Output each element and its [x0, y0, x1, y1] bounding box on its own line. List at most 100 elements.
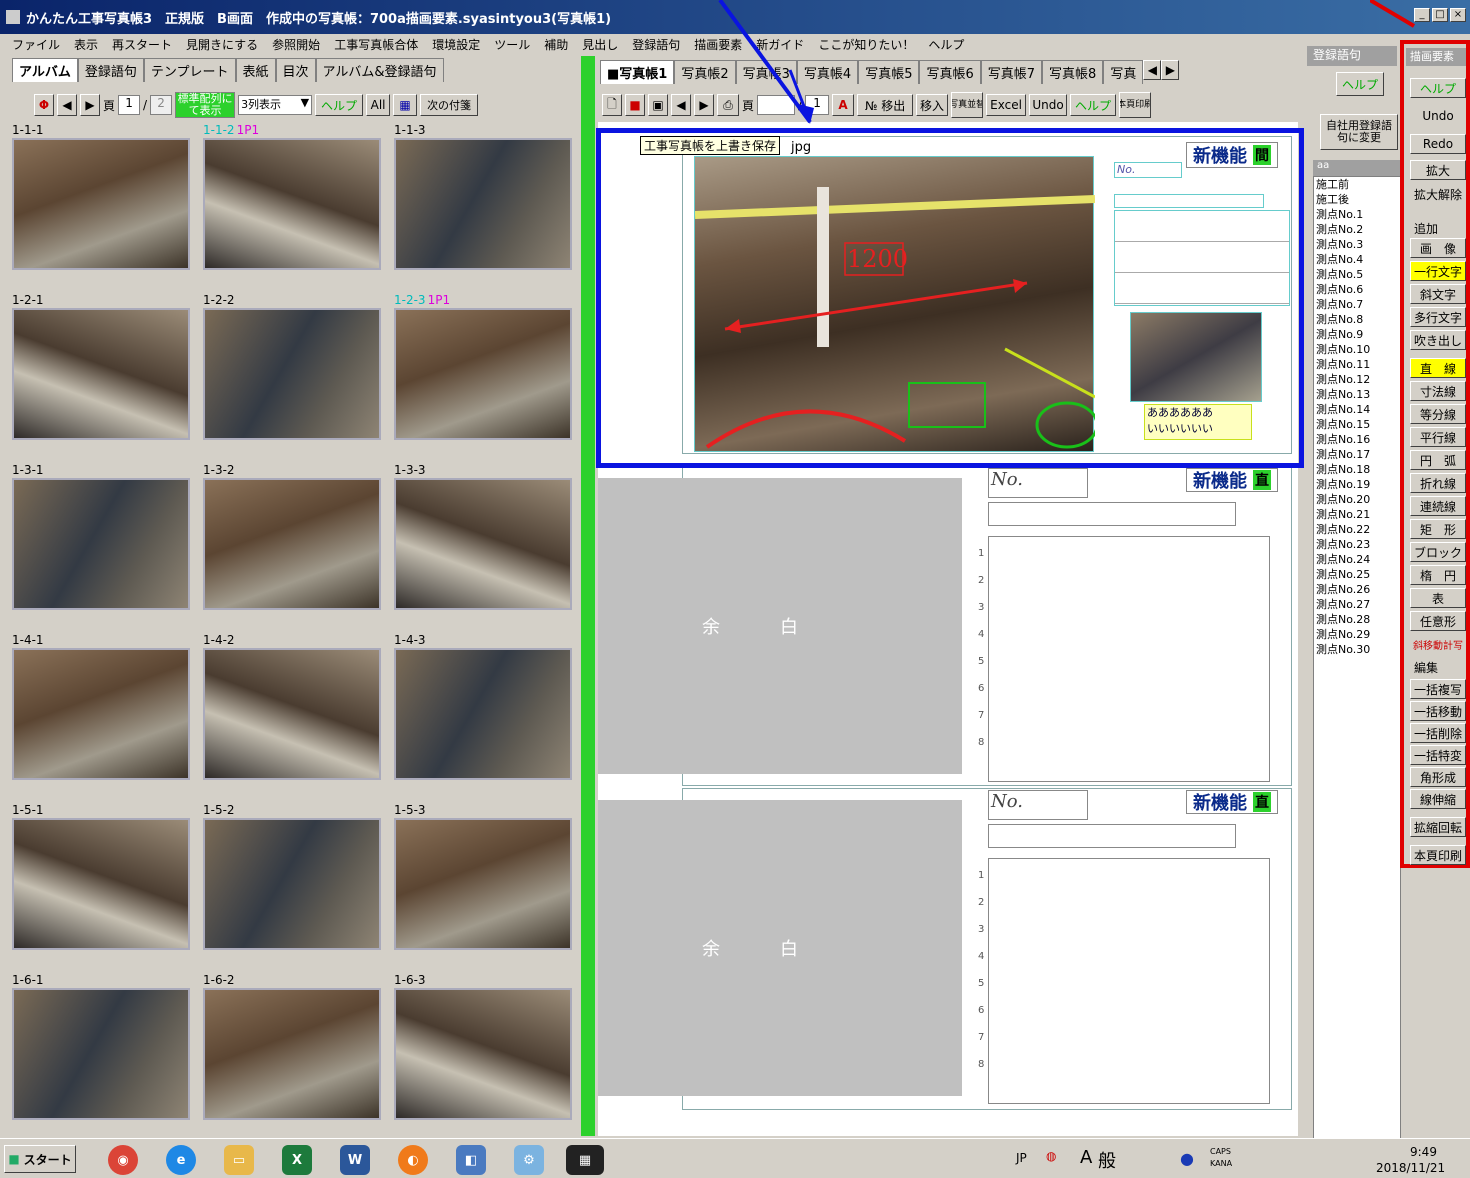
tab-scroll-left-icon[interactable]: ◀ [1143, 60, 1162, 80]
registry-list-item[interactable]: 測点No.18 [1316, 462, 1400, 477]
thumbnail-item[interactable]: 1-4-2 [203, 632, 383, 780]
center-undo-button[interactable]: Undo [1029, 94, 1068, 116]
help-circle-icon[interactable]: ● [1180, 1149, 1194, 1168]
tab-template[interactable]: テンプレート [143, 58, 236, 82]
tab-photobook-9[interactable]: 写真 [1103, 60, 1144, 84]
thumbnail-photo[interactable] [394, 308, 572, 440]
thumbnail-photo[interactable] [203, 818, 381, 950]
splitter-bar[interactable] [581, 56, 595, 1136]
menu-registry[interactable]: 登録語句 [632, 36, 680, 53]
next-attach-button[interactable]: 次の付箋 [420, 94, 479, 116]
next-page-icon[interactable]: ▶ [80, 94, 100, 116]
draw-tool-button[interactable]: 任意形 [1410, 611, 1466, 631]
tab-scroll-right-icon[interactable]: ▶ [1161, 60, 1180, 80]
thumbnail-item[interactable]: 1-2-3 1P1 [394, 292, 574, 440]
thumbnail-photo[interactable] [203, 988, 381, 1120]
thumbnail-item[interactable]: 1-6-2 [203, 972, 383, 1120]
title-field-3[interactable] [988, 824, 1236, 848]
thumbnail-item[interactable]: 1-1-2 1P1 [203, 122, 383, 270]
draw-tool-button[interactable]: 画 像 [1410, 238, 1466, 258]
registry-list-item[interactable]: 測点No.13 [1316, 387, 1400, 402]
draw-edit-button[interactable]: 一括削除 [1410, 723, 1466, 743]
save-icon[interactable]: ▣ [648, 94, 668, 116]
thumbnail-item[interactable]: 1-4-1 [12, 632, 192, 780]
move-in-button[interactable]: 移入 [916, 94, 949, 116]
save-red-icon[interactable]: ■ [625, 94, 645, 116]
thumbnail-item[interactable]: 1-5-3 [394, 802, 574, 950]
thumbnail-photo[interactable] [394, 648, 572, 780]
registry-list-item[interactable]: 測点No.24 [1316, 552, 1400, 567]
menu-assist[interactable]: 補助 [544, 36, 568, 53]
draw-redo-button[interactable]: Redo [1410, 134, 1466, 154]
draw-edit-button[interactable]: 角形成 [1410, 767, 1466, 787]
draw-tool-button[interactable]: 等分線 [1410, 404, 1466, 424]
registry-list-item[interactable]: 測点No.30 [1316, 642, 1400, 657]
registry-list-item[interactable]: 測点No.9 [1316, 327, 1400, 342]
app-icon-2[interactable]: ◧ [456, 1145, 486, 1175]
thumbnail-photo[interactable] [203, 308, 381, 440]
no-field-2[interactable]: No. [988, 468, 1088, 498]
registry-list-item[interactable]: 測点No.20 [1316, 492, 1400, 507]
thumbnail-item[interactable]: 1-1-1 [12, 122, 192, 270]
registry-list-item[interactable]: 測点No.5 [1316, 267, 1400, 282]
registry-list-item[interactable]: 測点No.19 [1316, 477, 1400, 492]
registry-list-item[interactable]: 測点No.10 [1316, 342, 1400, 357]
draw-tool-button[interactable]: 連続線 [1410, 496, 1466, 516]
thumbnail-item[interactable]: 1-6-1 [12, 972, 192, 1120]
close-button[interactable]: × [1450, 8, 1466, 22]
thumbnail-photo[interactable] [203, 648, 381, 780]
blank-photo-3[interactable]: 余白 [598, 800, 962, 1096]
ime-red-icon[interactable]: ◍ [1046, 1149, 1056, 1163]
explorer-icon[interactable]: ▭ [224, 1145, 254, 1175]
blank-photo-2[interactable]: 余白 [598, 478, 962, 774]
draw-edit-button[interactable]: 一括移動 [1410, 701, 1466, 721]
draw-edit-button[interactable]: 拡縮回転 [1410, 817, 1466, 837]
photo-arrange-button[interactable]: 写真並替 [951, 92, 984, 118]
new-feature-badge-2[interactable]: 新機能直 [1186, 468, 1278, 492]
registry-list-item[interactable]: 測点No.29 [1316, 627, 1400, 642]
menu-file[interactable]: ファイル [12, 36, 60, 53]
thumbnail-item[interactable]: 1-5-1 [12, 802, 192, 950]
no-field-3[interactable]: No. [988, 790, 1088, 820]
thumbnail-photo[interactable] [12, 988, 190, 1120]
photobook-app-icon[interactable]: ▦ [566, 1145, 604, 1175]
all-button[interactable]: All [366, 94, 391, 116]
control-panel-icon[interactable]: ⚙ [514, 1145, 544, 1175]
registry-list-item[interactable]: 測点No.25 [1316, 567, 1400, 582]
zoom-button[interactable]: 拡大 [1410, 160, 1466, 180]
thumbnail-photo[interactable] [394, 988, 572, 1120]
pin-icon[interactable]: Φ [34, 94, 54, 116]
menu-view[interactable]: 表示 [74, 36, 98, 53]
draw-edit-button[interactable]: 線伸縮 [1410, 789, 1466, 809]
tab-album-registry[interactable]: アルバム&登録語句 [315, 58, 444, 82]
maximize-button[interactable]: □ [1432, 8, 1448, 22]
menu-merge[interactable]: 工事写真帳合体 [334, 36, 418, 53]
registry-list-item[interactable]: 測点No.12 [1316, 372, 1400, 387]
title-field-2[interactable] [988, 502, 1236, 526]
menu-settings[interactable]: 環境設定 [432, 36, 480, 53]
registry-list-item[interactable]: 測点No.28 [1316, 612, 1400, 627]
draw-tool-button[interactable]: ブロック [1410, 542, 1466, 562]
thumbnail-photo[interactable] [12, 308, 190, 440]
tab-photobook-6[interactable]: 写真帳6 [919, 60, 981, 84]
thumbnail-item[interactable]: 1-3-1 [12, 462, 192, 610]
draw-tool-button[interactable]: 表 [1410, 588, 1466, 608]
registry-list-item[interactable]: 測点No.1 [1316, 207, 1400, 222]
page-print-button[interactable]: 本頁印刷 [1119, 92, 1152, 118]
ime-a-label[interactable]: A [1080, 1147, 1092, 1168]
registry-list-item[interactable]: 測点No.22 [1316, 522, 1400, 537]
menu-tools[interactable]: ツール [494, 36, 530, 53]
draw-undo-button[interactable]: Undo [1410, 106, 1466, 126]
draw-tool-button[interactable]: 寸法線 [1410, 381, 1466, 401]
menu-faq[interactable]: ここが知りたい！ [818, 36, 914, 53]
thumbnail-item[interactable]: 1-2-2 [203, 292, 383, 440]
registry-list-item[interactable]: 測点No.15 [1316, 417, 1400, 432]
draw-tool-button[interactable]: 直 線 [1410, 358, 1466, 378]
registry-list-item[interactable]: 測点No.26 [1316, 582, 1400, 597]
thumbnail-photo[interactable] [12, 818, 190, 950]
tab-toc[interactable]: 目次 [275, 58, 316, 82]
prev-page-icon[interactable]: ◀ [57, 94, 77, 116]
menu-help[interactable]: ヘルプ [928, 36, 964, 53]
thumbnail-photo[interactable] [203, 138, 381, 270]
registry-list-item[interactable]: 測点No.21 [1316, 507, 1400, 522]
